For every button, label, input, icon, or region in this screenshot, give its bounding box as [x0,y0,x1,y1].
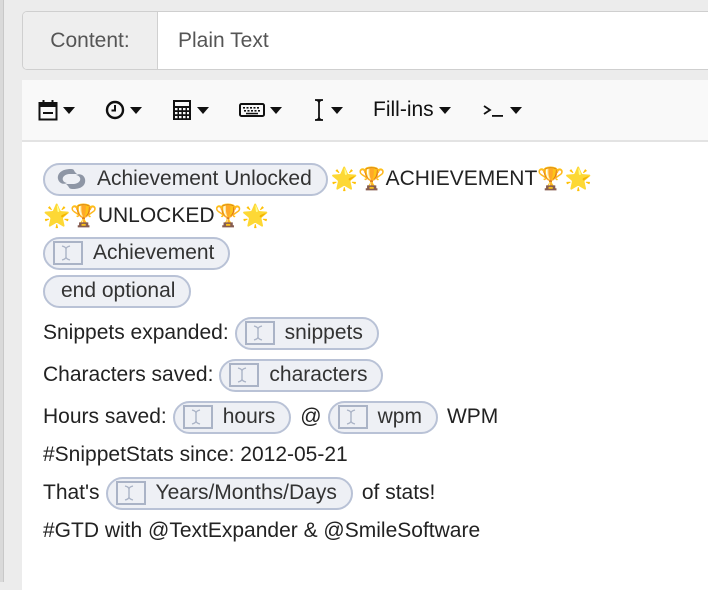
snippet-line: Achievement [43,234,708,272]
text-field-icon [337,405,368,429]
glowing-star-icon: 🌟 [564,166,593,191]
snippet-line: Characters saved: characters [43,356,708,394]
text: #SnippetStats since: 2012-05-21 [43,443,348,466]
text: of stats! [361,481,436,504]
content-type-row: Content: Plain Text [22,11,708,70]
pill-label: hours [222,405,276,428]
text: #GTD with @TextExpander & @SmileSoftware [43,519,481,542]
text-cursor-icon [312,98,326,122]
keyboard-icon [239,103,265,117]
pill-label: end optional [61,279,176,302]
snippet-line: Snippets expanded: snippets [43,314,708,352]
field-pill[interactable]: hours [172,400,292,434]
snippet-content[interactable]: Achievement Unlocked 🌟 🏆 ACHIEVEMENT 🏆 🌟… [22,142,708,550]
trophy-icon: 🏆 [70,203,98,228]
text: Hours saved: [43,405,167,428]
snippet-line: #GTD with @TextExpander & @SmileSoftware [43,512,708,550]
snippet-line: That's Years/Months/Days of stats! [43,474,708,512]
chevron-down-icon [331,106,343,114]
pill-label: characters [269,363,368,386]
text: Characters saved: [43,363,214,386]
field-pill[interactable]: Achievement [43,236,231,270]
text-field-icon [244,321,275,345]
chevron-down-icon [509,106,522,114]
date-math-pill[interactable]: Years/Months/Days [105,476,353,510]
snippet-line: #SnippetStats since: 2012-05-21 [43,436,708,474]
chevron-down-icon [63,106,75,114]
pill-label: snippets [284,321,363,344]
text: That's [43,481,100,504]
optional-section-pill[interactable]: Achievement Unlocked [43,162,328,196]
pill-label: wpm [377,405,422,428]
text: Snippets expanded: [43,321,229,344]
glowing-star-icon: 🌟 [330,166,359,191]
calculator-icon [172,99,192,121]
optional-section-icon [53,166,89,192]
trophy-icon: 🏆 [358,166,386,191]
text-field-icon [53,241,83,265]
chevron-down-icon [438,106,451,114]
snippet-line: end optional [43,272,708,310]
script-menu-button[interactable] [483,92,522,128]
window-edge [0,0,4,582]
text: UNLOCKED [97,204,215,227]
calendar-icon [38,99,58,121]
content-label: Content: [23,12,158,69]
snippet-line: Achievement Unlocked 🌟 🏆 ACHIEVEMENT 🏆 🌟 [43,160,708,198]
text-field-menu-button[interactable] [312,92,343,128]
chevron-down-icon [197,106,209,114]
field-pill[interactable]: wpm [327,400,438,434]
text-field-icon [115,481,146,505]
text-field-icon [182,405,213,429]
text: @ [300,405,322,428]
snippet-line: 🌟 🏆 UNLOCKED 🏆 🌟 [43,198,708,234]
trophy-icon: 🏆 [214,203,242,228]
glowing-star-icon: 🌟 [241,203,270,228]
content-type-select[interactable]: Plain Text [158,12,708,69]
trophy-icon: 🏆 [537,166,565,191]
pill-label: Years/Months/Days [155,481,337,504]
snippet-line: Hours saved: hours @ wpm WPM [43,398,708,436]
date-menu-button[interactable] [38,92,75,128]
text: ACHIEVEMENT [385,167,538,190]
field-pill[interactable]: snippets [234,316,379,350]
field-pill[interactable]: characters [219,358,384,392]
math-menu-button[interactable] [172,92,209,128]
pill-label: Achievement Unlocked [97,167,312,190]
editor-toolbar: Fill-ins [22,80,708,142]
terminal-icon [483,103,505,117]
snippet-editor: Fill-ins Achievement Unlocked 🌟 🏆 ACHIEV… [22,80,708,590]
clock-icon [105,100,125,120]
chevron-down-icon [130,106,142,114]
text-field-icon [229,363,260,387]
end-optional-pill[interactable]: end optional [43,274,192,308]
keyboard-menu-button[interactable] [239,92,282,128]
glowing-star-icon: 🌟 [43,203,71,228]
chevron-down-icon [270,106,282,114]
time-menu-button[interactable] [105,92,142,128]
pill-label: Achievement [93,241,215,264]
fill-ins-menu-button[interactable]: Fill-ins [373,92,451,128]
text: WPM [446,405,499,428]
fill-ins-label: Fill-ins [373,98,434,121]
